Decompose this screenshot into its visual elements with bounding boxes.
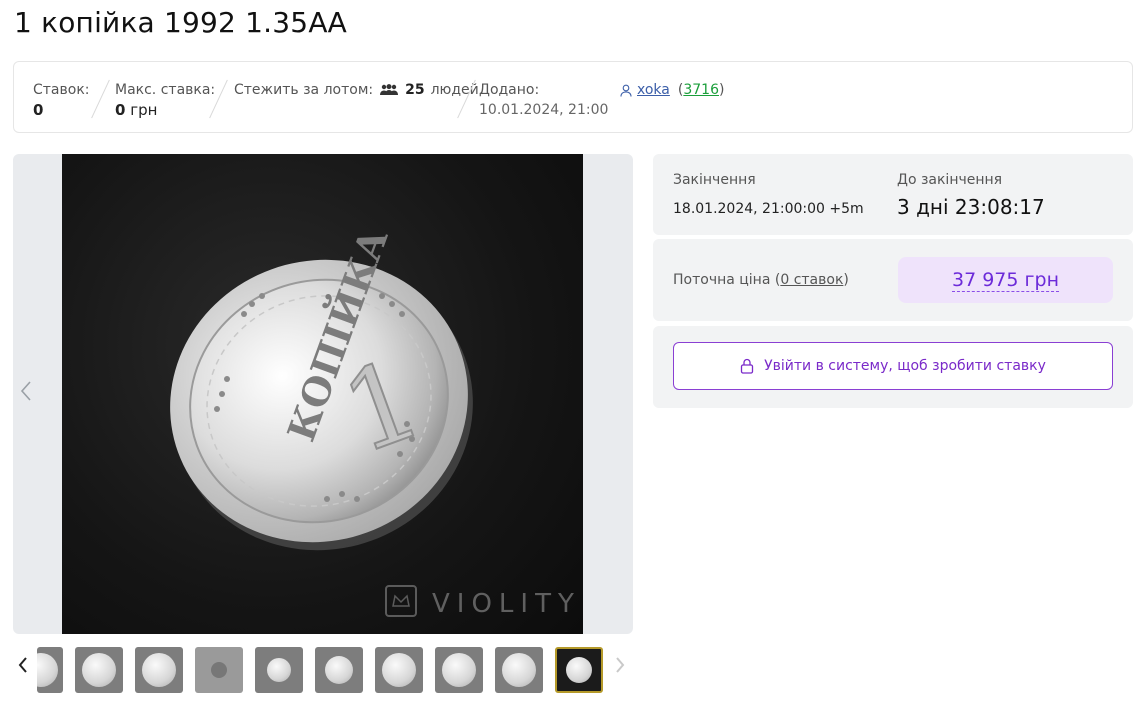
max-bid-value: 0 xyxy=(115,101,126,119)
seller-info: xoka (3716) xyxy=(620,80,724,100)
thumbnail[interactable] xyxy=(195,647,243,693)
chevron-left-icon xyxy=(20,381,31,401)
thumbs-prev-button[interactable] xyxy=(17,655,29,681)
watermark-text: VIOLITY xyxy=(432,589,581,619)
bids-label: Ставок: xyxy=(33,82,90,98)
added-value: 10.01.2024, 21:00 xyxy=(479,102,609,118)
rating-close: ) xyxy=(718,82,725,98)
image-gallery: КОПІЙКА 1 VIOLITY xyxy=(13,154,633,634)
thumbnail[interactable] xyxy=(135,647,183,693)
bids-value: 0 xyxy=(33,101,44,119)
thumbnail[interactable] xyxy=(315,647,363,693)
remaining-label: До закінчення xyxy=(897,172,1003,188)
main-photo[interactable]: КОПІЙКА 1 VIOLITY xyxy=(62,154,583,634)
user-icon xyxy=(620,84,632,97)
bids-count-link[interactable]: 0 ставок xyxy=(780,272,843,288)
added-label: Додано: xyxy=(479,82,540,98)
thumbnail[interactable] xyxy=(37,647,63,693)
bids-stat: Ставок: 0 xyxy=(33,80,90,120)
login-to-bid-button[interactable]: Увійти в систему, щоб зробити ставку xyxy=(673,342,1113,390)
price-label-close: ) xyxy=(843,272,849,288)
thumbnail[interactable] xyxy=(75,647,123,693)
divider xyxy=(91,79,110,119)
countdown-timer: 3 дні 23:08:17 xyxy=(897,195,1045,219)
seller-rating-link[interactable]: 3716 xyxy=(683,82,719,98)
lock-icon xyxy=(740,358,754,374)
price-label: Поточна ціна (0 ставок) xyxy=(673,272,849,288)
max-bid-stat: Макс. ставка: 0 грн xyxy=(115,80,215,120)
max-bid-currency: грн xyxy=(130,101,158,119)
max-bid-label: Макс. ставка: xyxy=(115,82,216,98)
end-value: 18.01.2024, 21:00:00 +5m xyxy=(673,201,864,217)
added-stat: Додано: 10.01.2024, 21:00 xyxy=(479,80,608,120)
seller-link[interactable]: xoka xyxy=(637,80,670,100)
gallery-prev-button[interactable] xyxy=(19,379,35,407)
chevron-right-icon xyxy=(616,657,625,673)
thumbnail-active[interactable] xyxy=(555,647,603,693)
bid-action-panel: Увійти в систему, щоб зробити ставку xyxy=(653,326,1133,408)
current-price-panel: Поточна ціна (0 ставок) 37 975 грн xyxy=(653,239,1133,321)
login-button-label: Увійти в систему, щоб зробити ставку xyxy=(764,358,1046,374)
watchers-label: Стежить за лотом: xyxy=(234,82,374,98)
current-price[interactable]: 37 975 грн xyxy=(952,269,1059,292)
watchers-count: 25 xyxy=(405,82,425,98)
thumbnail[interactable] xyxy=(435,647,483,693)
end-time-panel: Закінчення 18.01.2024, 21:00:00 +5m До з… xyxy=(653,154,1133,235)
price-label-text: Поточна ціна ( xyxy=(673,272,781,288)
price-box: 37 975 грн xyxy=(898,257,1113,303)
thumbnail-strip xyxy=(13,645,633,697)
people-icon xyxy=(380,84,399,95)
thumbnail[interactable] xyxy=(495,647,543,693)
lot-stats-bar: Ставок: 0 Макс. ставка: 0 грн Стежить за… xyxy=(13,61,1133,133)
watchers-unit: людей xyxy=(430,82,479,98)
thumbnail[interactable] xyxy=(375,647,423,693)
coin-image: КОПІЙКА 1 VIOLITY xyxy=(170,222,581,619)
end-label: Закінчення xyxy=(673,172,756,188)
thumbs-next-button[interactable] xyxy=(614,655,626,681)
page-title: 1 копійка 1992 1.35АА xyxy=(14,6,348,39)
chevron-left-icon xyxy=(18,657,27,673)
thumbnail[interactable] xyxy=(255,647,303,693)
watchers-stat: Стежить за лотом: 25 людей xyxy=(234,80,479,100)
